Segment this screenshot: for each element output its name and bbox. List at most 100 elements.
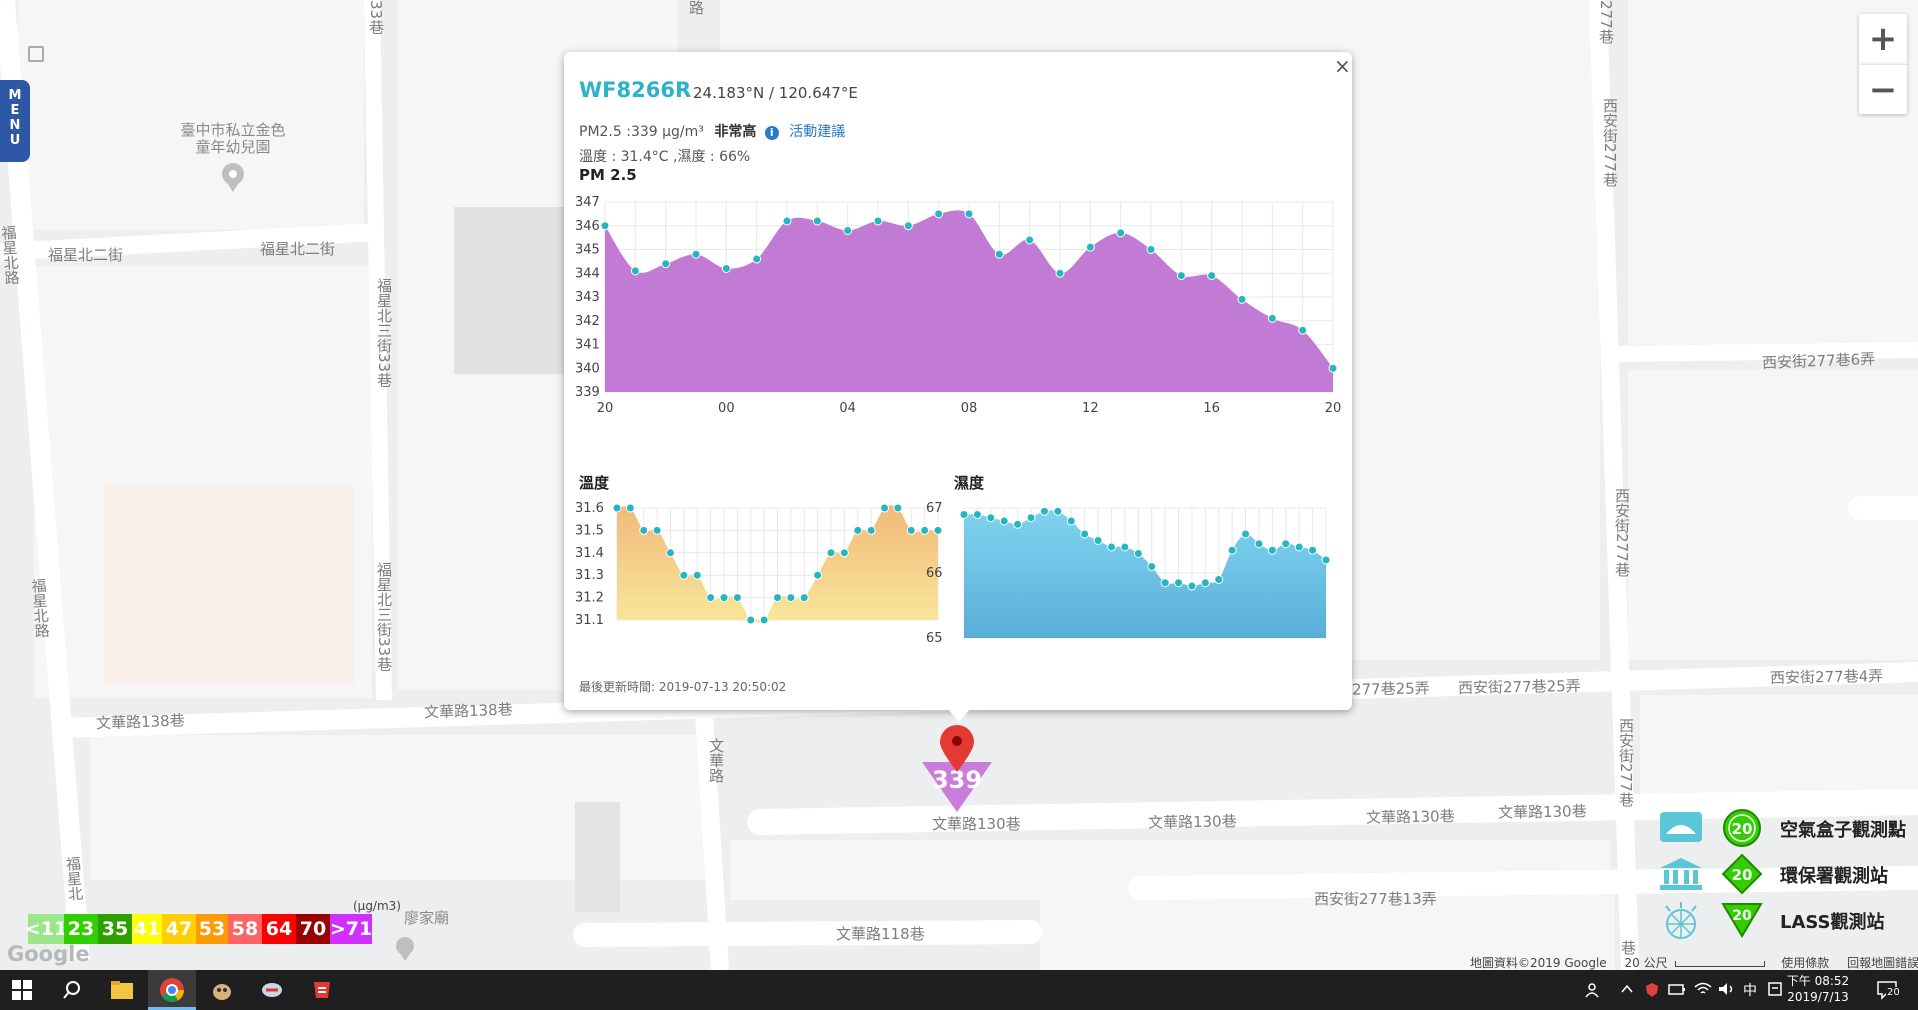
battery-icon[interactable] bbox=[1668, 982, 1686, 1000]
data-point-4 bbox=[721, 264, 731, 273]
zoom-out-button[interactable]: − bbox=[1859, 64, 1907, 114]
file-explorer-icon[interactable] bbox=[108, 976, 136, 1004]
security-shield-icon[interactable] bbox=[1644, 982, 1660, 1002]
y-tick-label: 67 bbox=[926, 501, 943, 516]
data-point-19 bbox=[866, 525, 876, 535]
x-tick-label: 00 bbox=[718, 401, 735, 416]
data-point-5 bbox=[679, 570, 689, 580]
activity-advice-link[interactable]: 活動建議 bbox=[789, 124, 845, 140]
attribution-text: 地圖資料©2019 Google bbox=[1470, 956, 1607, 970]
data-point-15 bbox=[1055, 268, 1065, 278]
data-point-14 bbox=[799, 593, 809, 603]
google-logo: Google bbox=[7, 942, 90, 966]
data-point-9 bbox=[873, 216, 883, 226]
data-point-27 bbox=[1321, 555, 1331, 565]
windows-start-icon[interactable] bbox=[8, 976, 36, 1004]
poi-kindergarten[interactable]: 臺中市私立金色 童年幼兒園 bbox=[158, 122, 308, 198]
scale-bar bbox=[1675, 960, 1766, 967]
data-point-23 bbox=[1267, 545, 1277, 555]
data-point-19 bbox=[1214, 575, 1224, 584]
data-point-20 bbox=[880, 503, 889, 513]
data-point-6 bbox=[782, 216, 792, 226]
scale-label[interactable]: 20 公尺 bbox=[1625, 956, 1668, 970]
data-point-9 bbox=[732, 593, 742, 603]
pm-level: 非常高 bbox=[714, 124, 757, 140]
notification-center[interactable]: 20 bbox=[1876, 978, 1906, 1004]
last-updated: 最後更新時間: 2019-07-13 20:50:02 bbox=[579, 680, 787, 694]
menu-letter: E bbox=[10, 103, 20, 118]
y-tick-label: 340 bbox=[575, 361, 600, 376]
badge-value: 20 bbox=[1732, 820, 1753, 838]
pm-reading: PM2.5 :339 μg/m³ 非常高 i 活動建議 bbox=[579, 121, 845, 141]
badge-value: 20 bbox=[1732, 866, 1753, 884]
x-tick-label: 04 bbox=[839, 401, 856, 416]
x-tick-label: 20 bbox=[1325, 401, 1342, 416]
data-point-10 bbox=[746, 615, 756, 625]
street-label-v-bottom: 巷 bbox=[1619, 940, 1637, 955]
pm-chart: 339 340 341 342 343 344 345 346 347 20 00 04 08 12 16 2… bbox=[575, 195, 1342, 416]
volume-icon[interactable] bbox=[1718, 982, 1736, 1000]
report-map-error-link[interactable]: 回報地圖錯誤 bbox=[1847, 956, 1918, 970]
street-label-wenhua-130-c: 文華路130巷 bbox=[1365, 807, 1455, 827]
data-point-7 bbox=[812, 216, 822, 226]
data-point-7 bbox=[1053, 506, 1063, 516]
street-label-xian-277-6: 西安街277巷6弄 bbox=[1761, 350, 1876, 372]
street-label-v-fuxing-bei-road-1: 福星北路 bbox=[0, 224, 22, 286]
ime-indicator[interactable]: 中 bbox=[1743, 980, 1757, 1000]
legend-airbox[interactable]: 20 空氣盒子觀測點 bbox=[1652, 808, 1918, 848]
data-point-19 bbox=[1176, 271, 1186, 281]
legend-epa[interactable]: 20 環保署觀測站 bbox=[1652, 853, 1918, 895]
street-label-v-xian-277a: 西安街277巷 bbox=[1601, 98, 1619, 187]
street-label-v-fuxing-bei-road-3: 福星北 bbox=[63, 855, 85, 902]
street-label-wenhua-130-d: 文華路130巷 bbox=[1497, 802, 1587, 822]
chrome-taskbar-active[interactable] bbox=[148, 970, 196, 1010]
app-icon[interactable] bbox=[258, 976, 286, 1004]
wifi-icon[interactable] bbox=[1694, 982, 1712, 1000]
data-point-6 bbox=[1039, 506, 1049, 516]
street-label-wenhua-130-b: 文華路130巷 bbox=[1147, 812, 1237, 832]
poi-kindergarten-line1: 臺中市私立金色 bbox=[180, 121, 286, 139]
taskbar-clock[interactable]: 下午 08:52 2019/7/13 bbox=[1778, 973, 1858, 1005]
street-label-v-road-top: 路 bbox=[687, 0, 705, 15]
street-label-xian-277-13: 西安街277巷13弄 bbox=[1314, 890, 1437, 908]
minus-icon: − bbox=[1868, 69, 1898, 110]
y-tick-label: 31.3 bbox=[575, 568, 604, 583]
pm-color-legend: <11 23 35 41 47 53 58 64 70 >71 bbox=[25, 914, 372, 944]
data-point-17 bbox=[839, 548, 849, 558]
app-icon[interactable] bbox=[208, 976, 236, 1004]
y-tick-label: 346 bbox=[575, 219, 600, 234]
people-icon[interactable] bbox=[1584, 982, 1600, 1002]
epa-building-icon bbox=[1660, 858, 1702, 890]
station-marker[interactable]: 339 bbox=[922, 722, 992, 812]
y-tick-label: 341 bbox=[575, 338, 600, 353]
menu-button[interactable]: M E N U bbox=[0, 80, 30, 162]
terms-link[interactable]: 使用條款 bbox=[1781, 956, 1829, 970]
plus-icon: + bbox=[1868, 19, 1898, 59]
map-pin-icon bbox=[28, 46, 44, 62]
badge-value: 20 bbox=[1732, 908, 1752, 924]
data-point-13 bbox=[994, 249, 1004, 259]
info-icon[interactable]: i bbox=[764, 126, 779, 140]
temp-chart-title: 溫度 bbox=[579, 474, 610, 492]
app-icon[interactable] bbox=[308, 976, 336, 1004]
poi-temple[interactable]: 廖家廟 bbox=[404, 910, 449, 927]
data-point-24 bbox=[933, 525, 943, 535]
data-point-13 bbox=[1133, 549, 1143, 558]
data-point-2 bbox=[639, 525, 649, 535]
y-tick-label: 65 bbox=[926, 631, 943, 646]
street-label-fuxing-bei-2-e: 福星北二街 bbox=[260, 240, 336, 258]
zoom-in-button[interactable]: + bbox=[1859, 14, 1907, 64]
y-tick-label: 31.1 bbox=[575, 613, 604, 628]
search-icon[interactable] bbox=[58, 976, 86, 1004]
data-point-20 bbox=[1227, 545, 1237, 555]
data-point-3 bbox=[999, 516, 1009, 526]
data-point-2 bbox=[986, 513, 996, 523]
legend-lass[interactable]: 20 LASS觀測站 bbox=[1652, 900, 1918, 940]
temperature-chart: 31.1 31.2 31.3 31.4 31.5 31.6 bbox=[575, 501, 943, 628]
data-point-10 bbox=[1093, 536, 1103, 545]
chevron-up-icon[interactable] bbox=[1620, 982, 1634, 1000]
data-point-12 bbox=[773, 593, 782, 603]
street-label-wenhua-138-w: 文華路138巷 bbox=[95, 711, 185, 733]
map-pin-icon bbox=[222, 163, 244, 192]
close-icon[interactable]: × bbox=[1334, 56, 1351, 76]
